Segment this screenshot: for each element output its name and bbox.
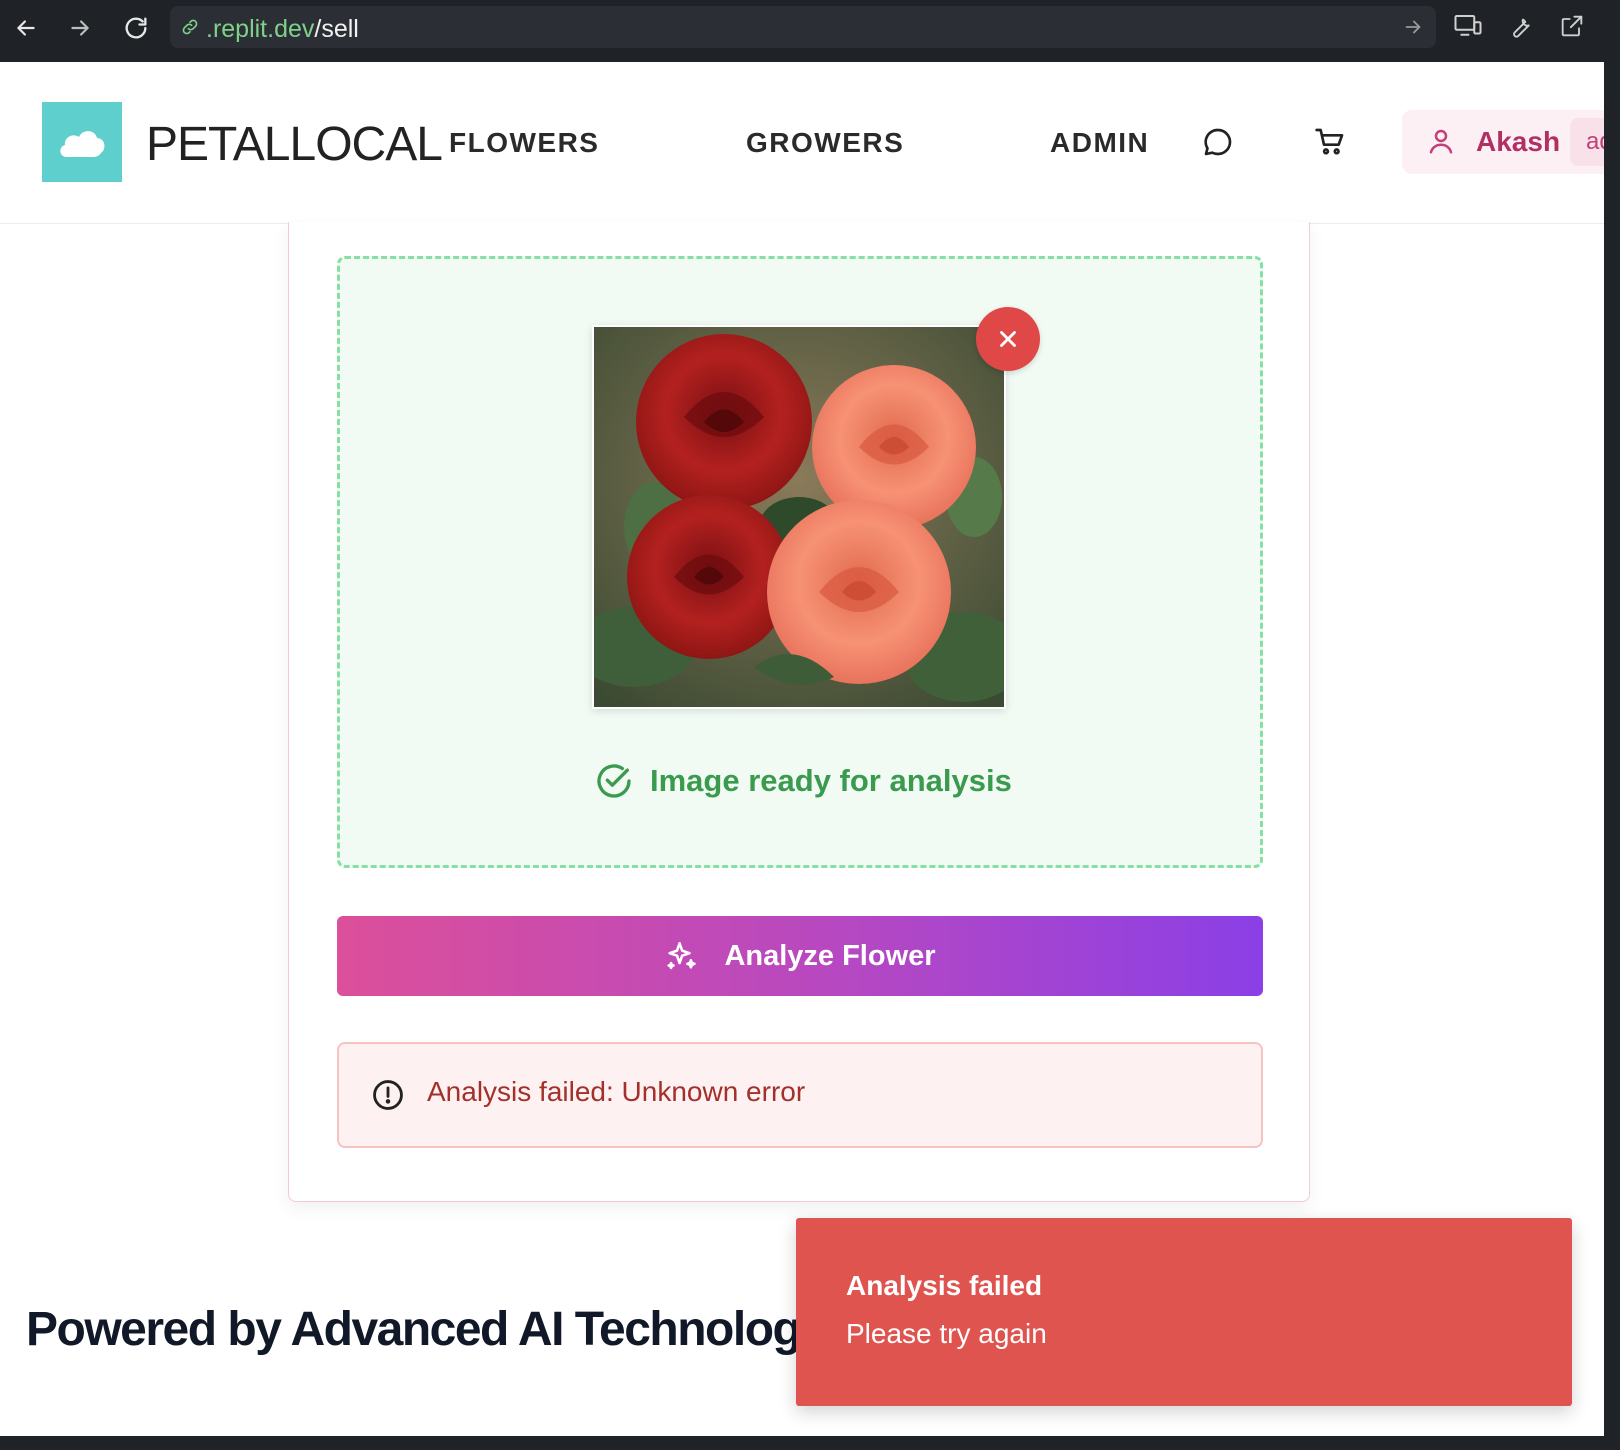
nav-admin[interactable]: ADMIN xyxy=(1050,127,1149,159)
ready-text: Image ready for analysis xyxy=(650,763,1012,798)
nav-flowers[interactable]: FLOWERS xyxy=(449,127,600,159)
sell-card: Image ready for analysis Analyze Flower … xyxy=(288,222,1310,1202)
user-menu[interactable]: Akash admin xyxy=(1402,110,1604,174)
cloud-icon xyxy=(60,131,105,157)
url-text: .replit.dev/sell xyxy=(206,15,359,43)
open-external-button[interactable] xyxy=(1554,8,1590,44)
cart-button[interactable] xyxy=(1312,124,1348,160)
cart-icon xyxy=(1315,128,1344,155)
window-bottom-edge xyxy=(0,1436,1620,1450)
link-icon xyxy=(182,19,198,35)
remove-image-button[interactable] xyxy=(976,307,1040,371)
arrow-right-icon xyxy=(71,20,89,36)
wrench-icon xyxy=(1513,18,1530,38)
external-link-icon xyxy=(1561,15,1583,37)
forward-button[interactable] xyxy=(62,10,98,46)
reload-button[interactable] xyxy=(118,10,154,46)
roses-image xyxy=(594,327,1004,707)
toast-description: Please try again xyxy=(846,1318,1047,1349)
chat-button[interactable] xyxy=(1200,124,1236,160)
alert-circle-icon xyxy=(373,1080,403,1110)
toast-title: Analysis failed xyxy=(846,1270,1043,1301)
error-alert: Analysis failed: Unknown error xyxy=(337,1042,1263,1148)
back-button[interactable] xyxy=(8,10,44,46)
ready-status: Image ready for analysis xyxy=(594,759,1012,803)
close-icon xyxy=(1000,331,1016,347)
reload-icon xyxy=(125,17,147,39)
devtools-button[interactable] xyxy=(1502,8,1538,44)
flower-image xyxy=(592,325,1006,709)
browser-toolbar: .replit.dev/sell xyxy=(0,0,1620,62)
window-edge xyxy=(1604,62,1620,1436)
site-header: PETALLOCAL FLOWERS GROWERS ADMIN Akash a… xyxy=(0,62,1604,224)
sparkle-icon xyxy=(667,941,697,970)
logo[interactable] xyxy=(42,102,122,182)
error-message: Analysis failed: Unknown error xyxy=(427,1076,806,1107)
user-name: Akash xyxy=(1476,126,1561,157)
check-circle-icon xyxy=(597,764,631,798)
brand-name[interactable]: PETALLOCAL xyxy=(146,117,443,172)
user-icon xyxy=(1429,129,1453,154)
role-badge: admin xyxy=(1570,118,1604,166)
analyze-button-label: Analyze Flower xyxy=(724,939,936,972)
error-toast[interactable]: Analysis failed Please try again xyxy=(796,1218,1572,1406)
image-dropzone[interactable]: Image ready for analysis xyxy=(337,256,1263,868)
devices-icon xyxy=(1454,15,1482,36)
analyze-flower-button[interactable]: Analyze Flower xyxy=(337,916,1263,996)
section-title: Powered by Advanced AI Technology xyxy=(26,1303,827,1356)
page-viewport: PETALLOCAL FLOWERS GROWERS ADMIN Akash a… xyxy=(0,62,1604,1436)
chat-icon xyxy=(1204,128,1232,156)
devices-button[interactable] xyxy=(1450,8,1486,44)
go-arrow-icon[interactable] xyxy=(1402,16,1424,38)
nav-growers[interactable]: GROWERS xyxy=(746,127,904,159)
arrow-left-icon xyxy=(17,20,35,36)
address-bar[interactable]: .replit.dev/sell xyxy=(170,6,1436,48)
